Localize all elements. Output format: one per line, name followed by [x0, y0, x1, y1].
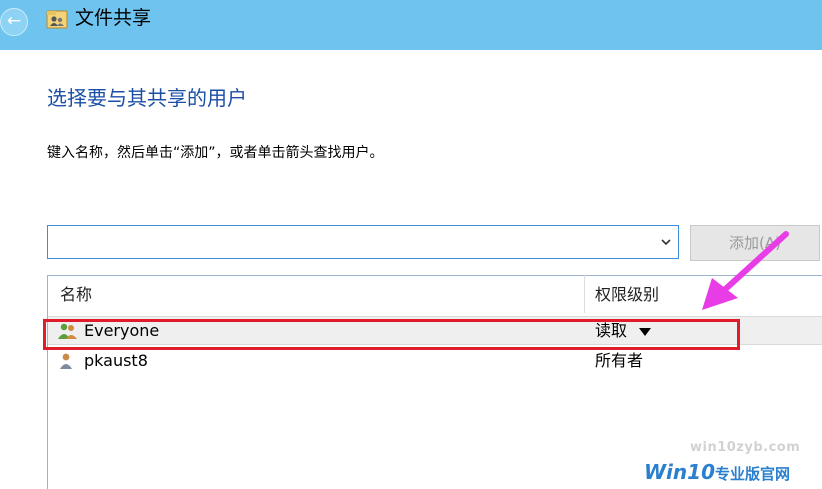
watermark-brand: Win10	[644, 460, 715, 484]
row-name: pkaust8	[84, 351, 148, 370]
user-name-combobox[interactable]	[47, 225, 679, 259]
window-title: 文件共享	[75, 7, 152, 29]
column-divider	[584, 275, 585, 313]
row-permission: 读取	[595, 321, 628, 340]
row-name: Everyone	[84, 321, 160, 340]
column-header-name[interactable]: 名称	[60, 283, 92, 307]
user-list	[47, 275, 822, 489]
group-users-icon	[58, 323, 77, 339]
watermark-logo: Win10专业版官网	[644, 458, 790, 488]
watermark-url: win10zyb.com	[690, 440, 801, 455]
add-button[interactable]: 添加(A)	[690, 225, 820, 261]
list-row-everyone[interactable]: Everyone 读取	[48, 316, 822, 345]
instruction-text: 键入名称，然后单击“添加”，或者单击箭头查找用户。	[47, 145, 384, 161]
share-users-icon	[46, 10, 68, 29]
permission-dropdown[interactable]: 读取	[595, 319, 652, 343]
row-permission: 所有者	[595, 351, 644, 370]
back-arrow-icon: ←	[6, 11, 22, 31]
user-name-input[interactable]	[48, 226, 648, 258]
list-row-pkaust8[interactable]: pkaust8 所有者	[48, 347, 822, 376]
back-button[interactable]: ←	[0, 8, 28, 36]
chevron-down-icon[interactable]	[660, 236, 672, 248]
watermark-brand-suffix: 专业版官网	[715, 465, 791, 483]
dropdown-arrow-icon[interactable]	[639, 327, 652, 336]
page-heading: 选择要与其共享的用户	[47, 86, 247, 110]
column-header-permission[interactable]: 权限级别	[595, 283, 659, 307]
user-icon	[60, 353, 72, 369]
